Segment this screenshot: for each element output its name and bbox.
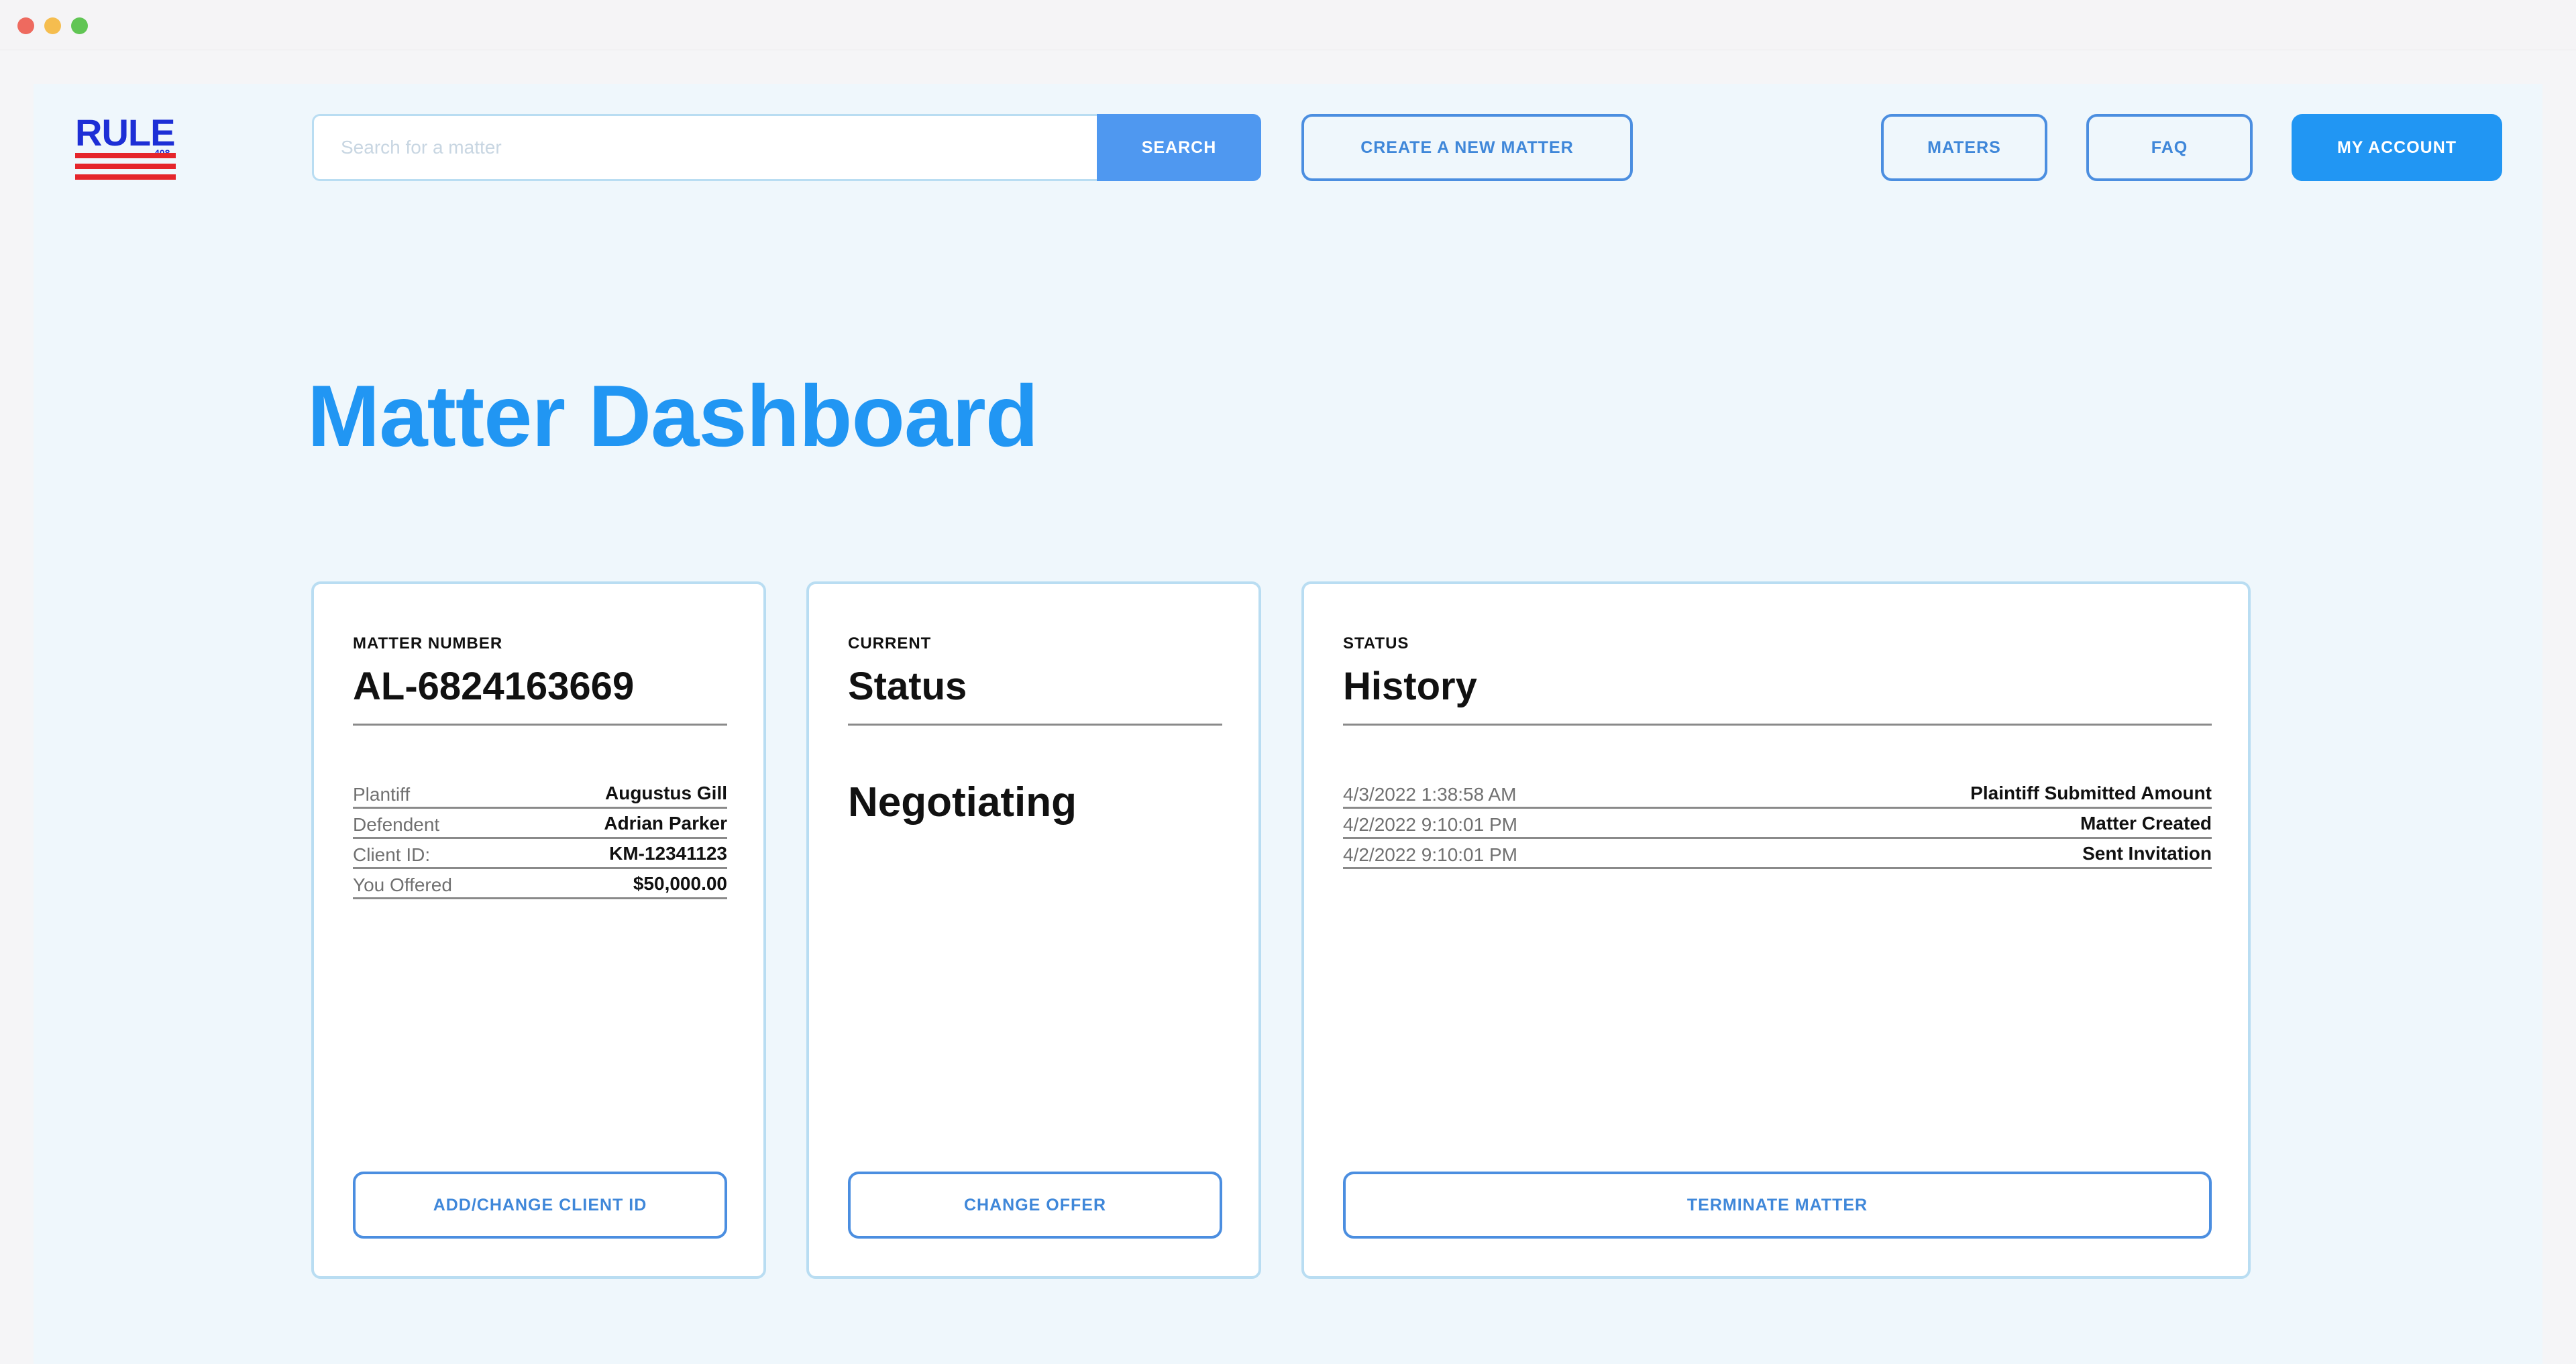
history-timestamp: 4/2/2022 9:10:01 PM (1343, 814, 1517, 835)
add-change-client-id-button[interactable]: ADD/CHANGE CLIENT ID (353, 1172, 727, 1239)
search-input[interactable] (312, 114, 1100, 181)
divider (1343, 724, 2212, 726)
detail-label: Defendent (353, 814, 440, 835)
rule-408-logo[interactable]: RULE 408 (75, 114, 176, 181)
detail-label: Plantiff (353, 784, 411, 805)
history-row: 4/3/2022 1:38:58 AM Plaintiff Submitted … (1343, 779, 2212, 809)
detail-label: You Offered (353, 874, 452, 895)
search-button[interactable]: SEARCH (1097, 114, 1261, 181)
detail-row-defendant: Defendent Adrian Parker (353, 809, 727, 839)
history-event: Sent Invitation (2082, 843, 2212, 864)
matter-number: AL-6824163669 (353, 665, 635, 708)
divider (848, 724, 1222, 726)
detail-value: KM-12341123 (609, 843, 727, 864)
detail-value: $50,000.00 (633, 873, 727, 894)
history-event: Plaintiff Submitted Amount (1970, 783, 2212, 803)
card-eyebrow: CURRENT (848, 634, 932, 652)
card-eyebrow: STATUS (1343, 634, 1409, 652)
history-timestamp: 4/3/2022 1:38:58 AM (1343, 784, 1517, 805)
card-heading: Status (848, 665, 967, 708)
logo-stripe (75, 174, 176, 180)
detail-row-you-offered: You Offered $50,000.00 (353, 869, 727, 899)
maximize-window-button[interactable] (71, 17, 88, 34)
logo-stripe (75, 164, 176, 169)
detail-label: Client ID: (353, 844, 431, 865)
history-row: 4/2/2022 9:10:01 PM Sent Invitation (1343, 839, 2212, 869)
matter-number-card: MATTER NUMBER AL-6824163669 Plantiff Aug… (311, 581, 766, 1279)
current-status-card: CURRENT Status Negotiating CHANGE OFFER (806, 581, 1261, 1279)
detail-row-plaintiff: Plantiff Augustus Gill (353, 779, 727, 809)
detail-row-client-id: Client ID: KM-12341123 (353, 839, 727, 869)
divider (353, 724, 727, 726)
my-account-button[interactable]: MY ACCOUNT (2292, 114, 2502, 181)
current-status-value: Negotiating (848, 779, 1077, 826)
logo-stripe (75, 153, 176, 158)
window-titlebar (0, 0, 2576, 50)
nav-maters-button[interactable]: MATERS (1881, 114, 2047, 181)
card-eyebrow: MATTER NUMBER (353, 634, 503, 652)
logo-wordmark: RULE (75, 111, 175, 154)
search-bar: SEARCH (312, 114, 1261, 181)
terminate-matter-button[interactable]: TERMINATE MATTER (1343, 1172, 2212, 1239)
history-row: 4/2/2022 9:10:01 PM Matter Created (1343, 809, 2212, 839)
close-window-button[interactable] (17, 17, 34, 34)
history-timestamp: 4/2/2022 9:10:01 PM (1343, 844, 1517, 865)
page-title: Matter Dashboard (307, 367, 1038, 465)
create-new-matter-button[interactable]: CREATE A NEW MATTER (1301, 114, 1633, 181)
detail-value: Augustus Gill (605, 783, 727, 803)
change-offer-button[interactable]: CHANGE OFFER (848, 1172, 1222, 1239)
app-content: RULE 408 SEARCH CREATE A NEW MATTER MATE… (34, 84, 2542, 1364)
nav-faq-button[interactable]: FAQ (2086, 114, 2253, 181)
status-history-card: STATUS History 4/3/2022 1:38:58 AM Plain… (1301, 581, 2251, 1279)
detail-value: Adrian Parker (604, 813, 727, 834)
minimize-window-button[interactable] (44, 17, 61, 34)
card-heading: History (1343, 665, 1477, 708)
history-event: Matter Created (2080, 813, 2212, 834)
